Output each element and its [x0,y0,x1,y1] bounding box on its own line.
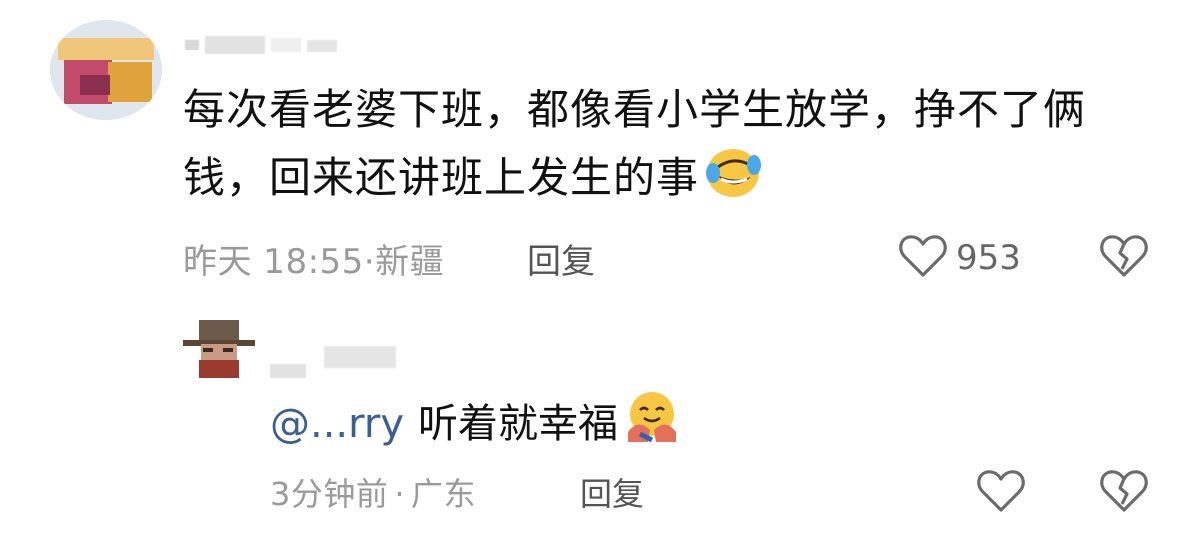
commenter-avatar[interactable] [50,20,162,120]
heart-outline-icon [898,233,948,283]
comment-time: 昨天 18:55 [183,242,364,282]
meta-separator: · [394,475,406,513]
hugging-face-emoji [622,388,682,459]
comment-body: 每次看老婆下班，都像看小学生放学，挣不了俩 钱，回来还讲班上发生的事 [183,77,1143,218]
comment-location: 新疆 [375,242,445,282]
reply-mention[interactable]: @...rry [270,396,404,452]
comment-meta: 昨天 18:55·新疆 [183,234,444,283]
reply-time: 3分钟前 [270,475,389,513]
reply-text: 听着就幸福 [418,400,619,447]
reply-body: @...rry 听着就幸福 [270,388,682,459]
comment-like-count: 953 [956,238,1021,278]
rofl-emoji [703,143,763,218]
comment-dislike-button[interactable] [1099,233,1149,283]
broken-heart-icon [1099,468,1149,518]
heart-outline-icon [976,468,1026,518]
reply-reply-button[interactable]: 回复 [580,469,644,515]
comment-like-button[interactable]: 953 [898,233,1021,283]
reply-location: 广东 [411,475,477,513]
replier-name-masked[interactable] [270,340,410,380]
comment-reply-button[interactable]: 回复 [527,234,595,283]
reply-dislike-button[interactable] [1099,468,1149,518]
comment-text-line-1: 每次看老婆下班，都像看小学生放学，挣不了俩 [183,85,1087,134]
broken-heart-icon [1099,233,1149,283]
reply-meta: 3分钟前 · 广东 [270,469,476,515]
commenter-name-masked[interactable] [185,28,345,58]
meta-separator: · [363,242,376,282]
comment-text-line-2: 钱，回来还讲班上发生的事 [183,153,700,202]
reply-like-button[interactable] [976,468,1026,518]
replier-avatar[interactable] [183,320,255,378]
